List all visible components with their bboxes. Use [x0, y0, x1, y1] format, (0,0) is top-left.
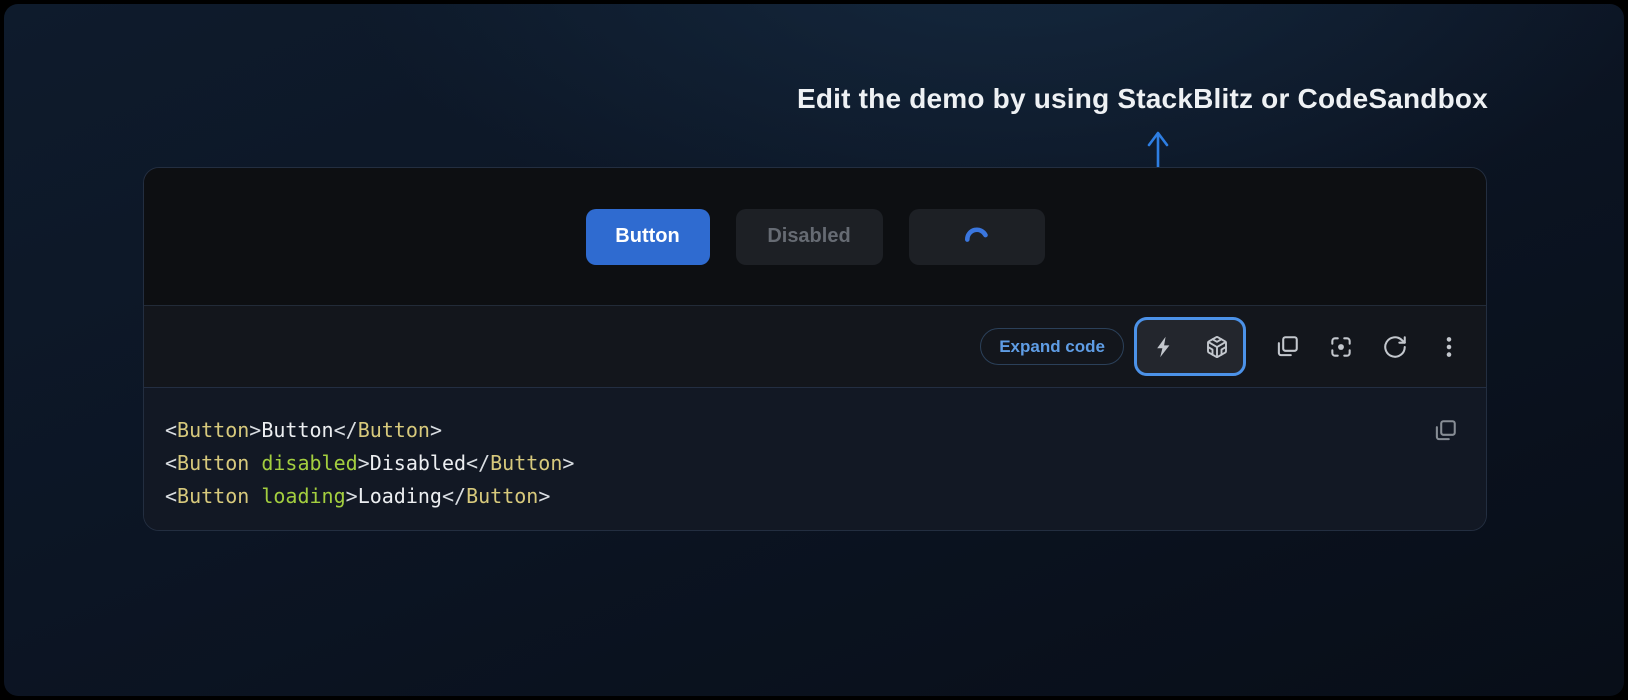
- refresh-icon: [1382, 334, 1408, 360]
- copy-code-floating-button[interactable]: [1432, 418, 1458, 444]
- expand-code-button[interactable]: Expand code: [980, 328, 1124, 365]
- copy-icon: [1274, 334, 1300, 360]
- code-line: <Button disabled>Disabled</Button>: [165, 447, 1426, 480]
- codesandbox-button[interactable]: [1190, 320, 1243, 373]
- copy-icon: [1432, 418, 1458, 444]
- loading-spinner-icon: [963, 223, 990, 250]
- demo-loading-button[interactable]: [909, 209, 1045, 265]
- stackblitz-button[interactable]: [1137, 320, 1190, 373]
- demo-toolbar: Expand code: [144, 306, 1486, 388]
- codesandbox-icon: [1205, 335, 1229, 359]
- standalone-icon: [1328, 334, 1354, 360]
- demo-card: Button Disabled Expand code: [143, 167, 1487, 531]
- sandbox-icon-group: [1134, 317, 1246, 376]
- standalone-button[interactable]: [1328, 334, 1354, 360]
- page-background: Edit the demo by using StackBlitz or Cod…: [4, 4, 1624, 696]
- code-block: <Button>Button</Button><Button disabled>…: [144, 388, 1486, 530]
- code-line: <Button>Button</Button>: [165, 414, 1426, 447]
- annotation-heading: Edit the demo by using StackBlitz or Cod…: [797, 83, 1488, 115]
- refresh-button[interactable]: [1382, 334, 1408, 360]
- demo-primary-button[interactable]: Button: [586, 209, 710, 265]
- more-actions-button[interactable]: [1436, 334, 1462, 360]
- stackblitz-icon: [1152, 335, 1176, 359]
- copy-code-button[interactable]: [1274, 334, 1300, 360]
- more-icon: [1436, 334, 1462, 360]
- demo-disabled-button: Disabled: [736, 209, 883, 265]
- code-line: <Button loading>Loading</Button>: [165, 480, 1426, 513]
- demo-preview: Button Disabled: [144, 168, 1486, 306]
- code-content: <Button>Button</Button><Button disabled>…: [144, 388, 1486, 513]
- arrow-head: [1149, 133, 1167, 145]
